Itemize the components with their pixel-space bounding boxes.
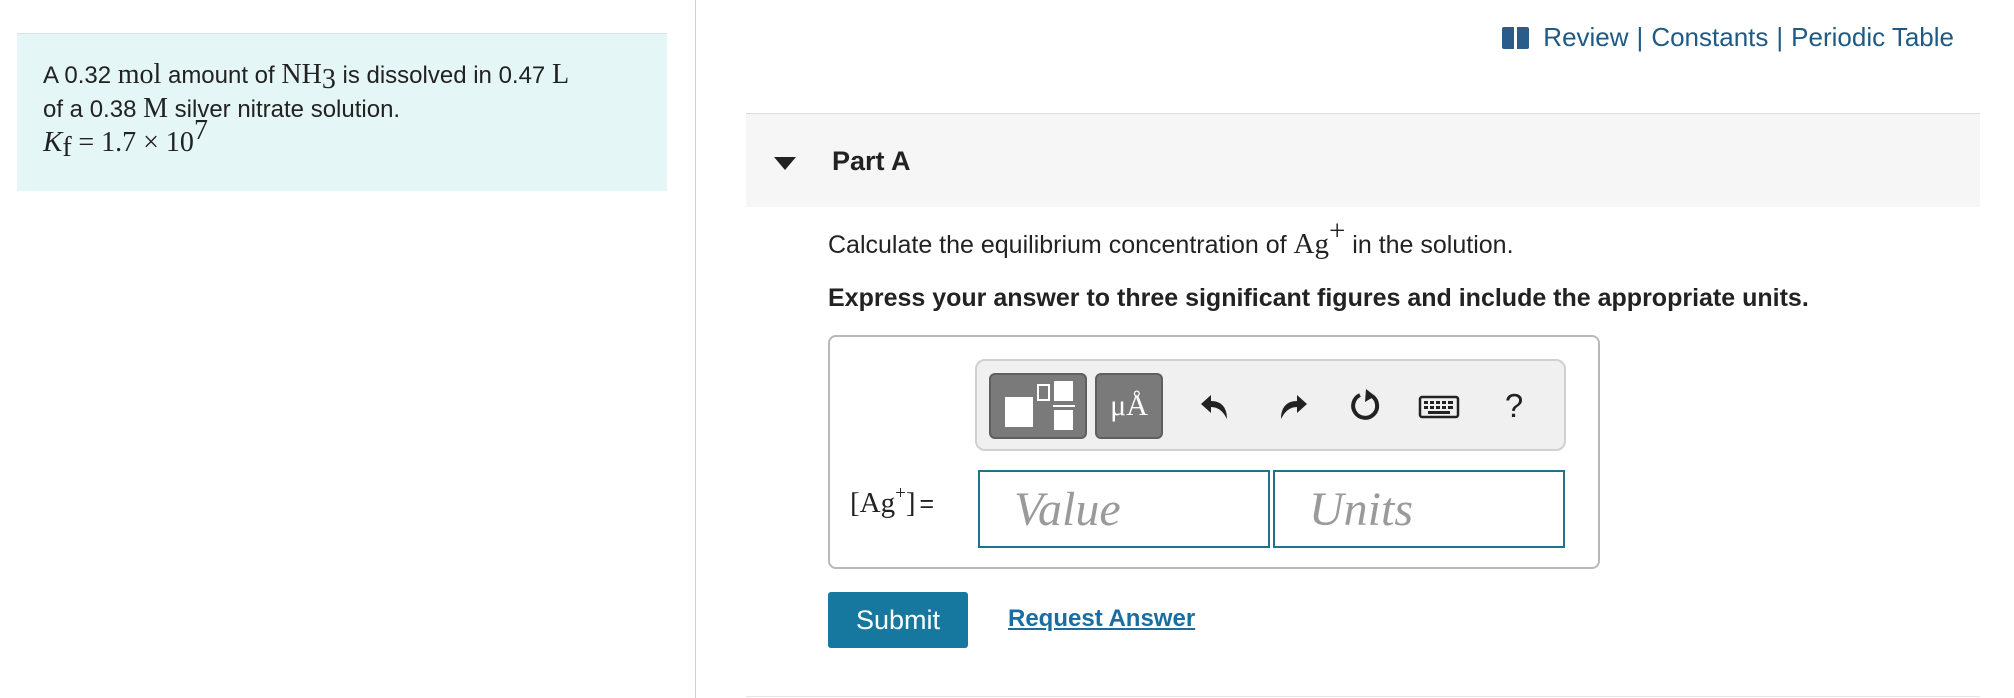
kf-value: = 1.7 × 10 — [78, 127, 194, 158]
link-separator: | — [1776, 22, 1784, 52]
answer-label-close: ] — [905, 487, 916, 519]
problem-statement: A 0.32 mol amount of NH3 is dissolved in… — [17, 33, 667, 191]
part-header[interactable]: Part A — [746, 113, 1980, 207]
answer-label-open: [Ag — [850, 487, 896, 519]
link-separator: | — [1636, 22, 1644, 52]
reset-icon[interactable] — [1345, 381, 1385, 431]
kf-subscript: f — [62, 132, 72, 163]
redo-icon[interactable] — [1271, 381, 1311, 431]
problem-text: A 0.32 — [43, 62, 118, 89]
problem-text: of a 0.38 — [43, 96, 144, 123]
constants-link[interactable]: Constants — [1651, 22, 1768, 53]
problem-line-1: A 0.32 mol amount of NH3 is dissolved in… — [43, 58, 641, 95]
problem-line-2: of a 0.38 M silver nitrate solution. — [43, 92, 641, 126]
resource-links: Review | Constants | Periodic Table — [1502, 22, 1954, 53]
value-input[interactable] — [978, 470, 1270, 548]
answer-box: μÅ ? [Ag+] = — [828, 335, 1600, 569]
equals-sign: = — [919, 490, 935, 518]
formula-nh3: NH — [281, 59, 322, 90]
question-text: Calculate the equilibrium concentration … — [828, 217, 1514, 261]
units-input[interactable] — [1273, 470, 1565, 548]
kf-symbol: K — [43, 126, 63, 158]
kf-expression: Kf = 1.7 × 107 — [43, 117, 641, 163]
section-divider — [746, 696, 1980, 697]
periodic-table-link[interactable]: Periodic Table — [1791, 22, 1954, 53]
answer-label: [Ag+] = — [850, 484, 935, 520]
units-button[interactable]: μÅ — [1095, 373, 1163, 439]
request-answer-link[interactable]: Request Answer — [1008, 605, 1195, 633]
help-icon[interactable]: ? — [1499, 381, 1529, 431]
keyboard-icon[interactable] — [1417, 381, 1461, 431]
question-text-pre: Calculate the equilibrium concentration … — [828, 231, 1294, 259]
part-title: Part A — [832, 146, 911, 176]
instruction-text: Express your answer to three significant… — [828, 284, 1809, 312]
problem-text: amount of — [161, 62, 282, 89]
submit-button[interactable]: Submit — [828, 592, 968, 648]
templates-button[interactable] — [989, 373, 1087, 439]
caret-down-icon[interactable] — [774, 157, 796, 170]
formula-subscript: 3 — [321, 64, 336, 95]
answer-label-charge: + — [895, 483, 906, 504]
review-link[interactable]: Review — [1543, 22, 1628, 53]
ion-charge: + — [1329, 215, 1346, 247]
panel-divider — [695, 0, 696, 698]
ion-symbol: Ag — [1293, 228, 1329, 260]
kf-exponent: 7 — [193, 115, 208, 146]
unit-mol: mol — [117, 59, 162, 90]
undo-icon[interactable] — [1197, 381, 1237, 431]
question-text-post: in the solution. — [1345, 231, 1514, 259]
book-icon — [1502, 26, 1530, 49]
problem-text: is dissolved in 0.47 — [335, 62, 552, 89]
math-toolbar: μÅ ? — [975, 359, 1566, 451]
unit-liter: L — [551, 59, 570, 90]
units-label: μÅ — [1110, 389, 1148, 422]
unit-molar: M — [143, 93, 168, 124]
